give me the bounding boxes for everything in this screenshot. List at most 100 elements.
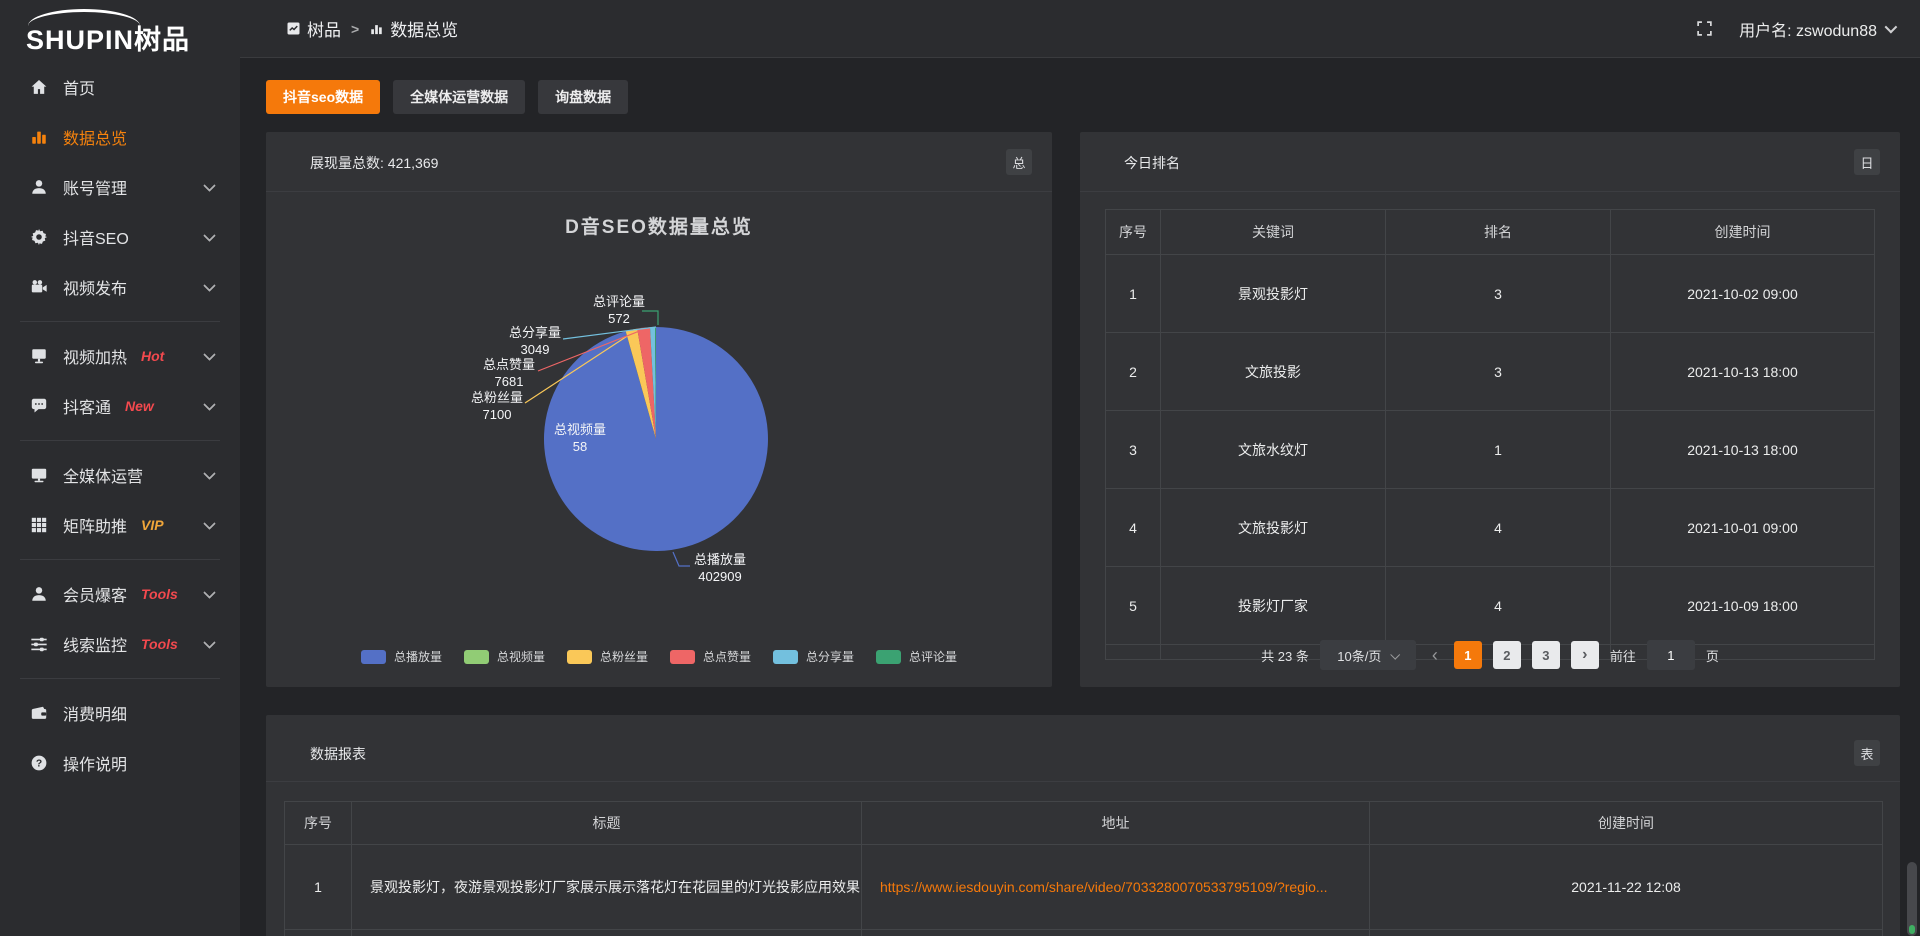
- tab-douyin-seo-data[interactable]: 抖音seo数据: [266, 80, 380, 114]
- fullscreen-icon[interactable]: [1696, 20, 1713, 37]
- user-menu[interactable]: 用户名: zswodun88: [1739, 17, 1894, 41]
- chevron-down-icon: [203, 398, 216, 411]
- chart-panel: 展现量总数: 421,369 总 D音SEO数据量总览 总播放量 402909 …: [266, 132, 1052, 687]
- legend-label: 总视频量: [497, 648, 545, 665]
- goto-suffix-label: 页: [1706, 646, 1719, 665]
- cell-created: 2021-10-09 18:00: [1611, 567, 1875, 645]
- tab-media-operation-data[interactable]: 全媒体运营数据: [393, 80, 525, 114]
- legend-item[interactable]: 总视频量: [464, 648, 545, 665]
- total-badge-button[interactable]: 总: [1006, 149, 1032, 175]
- table-badge-button[interactable]: 表: [1854, 740, 1880, 766]
- bar-chart-icon: [369, 21, 384, 36]
- sidebar-item-douketong[interactable]: 抖客通 New: [0, 381, 240, 431]
- cell-keyword: 文旅水纹灯: [1161, 411, 1386, 489]
- scrollbar[interactable]: [1907, 862, 1917, 936]
- impressions-total: 展现量总数: 421,369: [310, 153, 438, 173]
- chat-icon: [30, 397, 48, 415]
- pie-label-fans: 总粉丝量 7100: [437, 389, 557, 423]
- sidebar-menu: 首页 数据总览 账号管理 抖音SEO 视频发布 视频加热 Hot: [0, 62, 240, 788]
- sidebar-item-media-operation[interactable]: 全媒体运营: [0, 450, 240, 500]
- page-button-3[interactable]: 3: [1532, 641, 1560, 669]
- sidebar-item-badge: Tools: [141, 636, 178, 652]
- sliders-icon: [30, 635, 48, 653]
- help-icon: ?: [30, 754, 48, 772]
- col-header-keyword: 关键词: [1161, 210, 1386, 255]
- legend-swatch: [361, 650, 386, 664]
- cell-created: 2021-10-13 18:00: [1611, 411, 1875, 489]
- breadcrumb-item-data-overview[interactable]: 数据总览: [369, 16, 458, 41]
- sidebar-item-label: 全媒体运营: [63, 463, 143, 487]
- page-button-1[interactable]: 1: [1454, 641, 1482, 669]
- sidebar-item-data-overview[interactable]: 数据总览: [0, 112, 240, 162]
- gear-icon: [30, 228, 48, 246]
- table-header-row: 序号 关键词 排名 创建时间: [1106, 210, 1875, 255]
- menu-divider: [20, 559, 220, 560]
- chevron-down-icon: [1885, 21, 1898, 34]
- cell-keyword: 文旅投影灯: [1161, 489, 1386, 567]
- cell-created: 2021-10-01 09:00: [1611, 489, 1875, 567]
- legend-item[interactable]: 总播放量: [361, 648, 442, 665]
- wallet-icon: [30, 704, 48, 722]
- sidebar-item-member-baoke[interactable]: 会员爆客 Tools: [0, 569, 240, 619]
- day-badge-button[interactable]: 日: [1854, 149, 1880, 175]
- ranking-table: 序号 关键词 排名 创建时间 1 景观投影灯 3 2021-10-02 09:0…: [1105, 209, 1875, 660]
- pie-chart-title: D音SEO数据量总览: [266, 212, 1052, 239]
- legend-label: 总分享量: [806, 648, 854, 665]
- breadcrumb-label: 树品: [307, 16, 341, 41]
- pie-label-name: 总点赞量: [449, 356, 569, 373]
- sidebar-item-lead-monitor[interactable]: 线索监控 Tools: [0, 619, 240, 669]
- video-camera-icon: [30, 278, 48, 296]
- page-size-select[interactable]: 10条/页: [1320, 640, 1416, 670]
- legend-item[interactable]: 总评论量: [876, 648, 957, 665]
- pie-label-likes: 总点赞量 7681: [449, 356, 569, 390]
- pie-label-comments: 总评论量 572: [559, 293, 679, 327]
- sidebar-item-account[interactable]: 账号管理: [0, 162, 240, 212]
- user-icon: [30, 178, 48, 196]
- legend-item[interactable]: 总点赞量: [670, 648, 751, 665]
- next-page-button[interactable]: ›: [1571, 641, 1599, 669]
- col-header-created: 创建时间: [1611, 210, 1875, 255]
- grid-icon: [30, 516, 48, 534]
- breadcrumb-item-shupin[interactable]: 树品: [286, 16, 341, 41]
- sidebar-item-badge: Hot: [141, 348, 164, 364]
- page-button-2[interactable]: 2: [1493, 641, 1521, 669]
- cell-rank: 4: [1386, 489, 1611, 567]
- sidebar-item-help[interactable]: ? 操作说明: [0, 738, 240, 788]
- sidebar-item-label: 矩阵助推: [63, 513, 127, 537]
- sidebar-item-matrix-boost[interactable]: 矩阵助推 VIP: [0, 500, 240, 550]
- pie-label-name: 总粉丝量: [437, 389, 557, 406]
- legend-item[interactable]: 总粉丝量: [567, 648, 648, 665]
- cell-keyword: 投影灯厂家: [1161, 567, 1386, 645]
- svg-text:?: ?: [36, 759, 42, 770]
- pie-label-name: 总播放量: [660, 551, 780, 568]
- legend-swatch: [567, 650, 592, 664]
- sidebar-item-home[interactable]: 首页: [0, 62, 240, 112]
- sidebar-item-badge: Tools: [141, 586, 178, 602]
- table-row-partial: [285, 930, 1883, 936]
- menu-divider: [20, 321, 220, 322]
- pie-label-value: 7681: [449, 373, 569, 390]
- prev-page-button[interactable]: ‹: [1427, 641, 1443, 669]
- goto-page-input[interactable]: [1647, 640, 1695, 670]
- chevron-down-icon: [203, 279, 216, 292]
- today-ranking-panel: 今日排名 日 序号 关键词 排名 创建时间 1 景观投影灯 3 2021-10-…: [1080, 132, 1900, 687]
- table-row: 4 文旅投影灯 4 2021-10-01 09:00: [1106, 489, 1875, 567]
- video-link[interactable]: https://www.iesdouyin.com/share/video/70…: [880, 879, 1328, 895]
- sidebar-item-video-heat[interactable]: 视频加热 Hot: [0, 331, 240, 381]
- col-header-title: 标题: [352, 802, 862, 845]
- data-report-panel: 数据报表 表 序号 标题 地址 创建时间 1 景观投影灯，夜游景观投影灯厂家展示…: [266, 715, 1900, 936]
- sidebar-item-consume-detail[interactable]: 消费明细: [0, 688, 240, 738]
- legend-item[interactable]: 总分享量: [773, 648, 854, 665]
- tab-inquiry-data[interactable]: 询盘数据: [538, 80, 628, 114]
- chevron-down-icon: [203, 636, 216, 649]
- sidebar-item-label: 视频加热: [63, 344, 127, 368]
- sidebar-item-douyin-seo[interactable]: 抖音SEO: [0, 212, 240, 262]
- sidebar-item-label: 账号管理: [63, 175, 127, 199]
- menu-divider: [20, 440, 220, 441]
- sidebar-item-video-publish[interactable]: 视频发布: [0, 262, 240, 312]
- sidebar-item-label: 数据总览: [63, 125, 127, 149]
- table-row: 5 投影灯厂家 4 2021-10-09 18:00: [1106, 567, 1875, 645]
- chevron-down-icon: [203, 348, 216, 361]
- legend-swatch: [464, 650, 489, 664]
- cell-rank: 3: [1386, 255, 1611, 333]
